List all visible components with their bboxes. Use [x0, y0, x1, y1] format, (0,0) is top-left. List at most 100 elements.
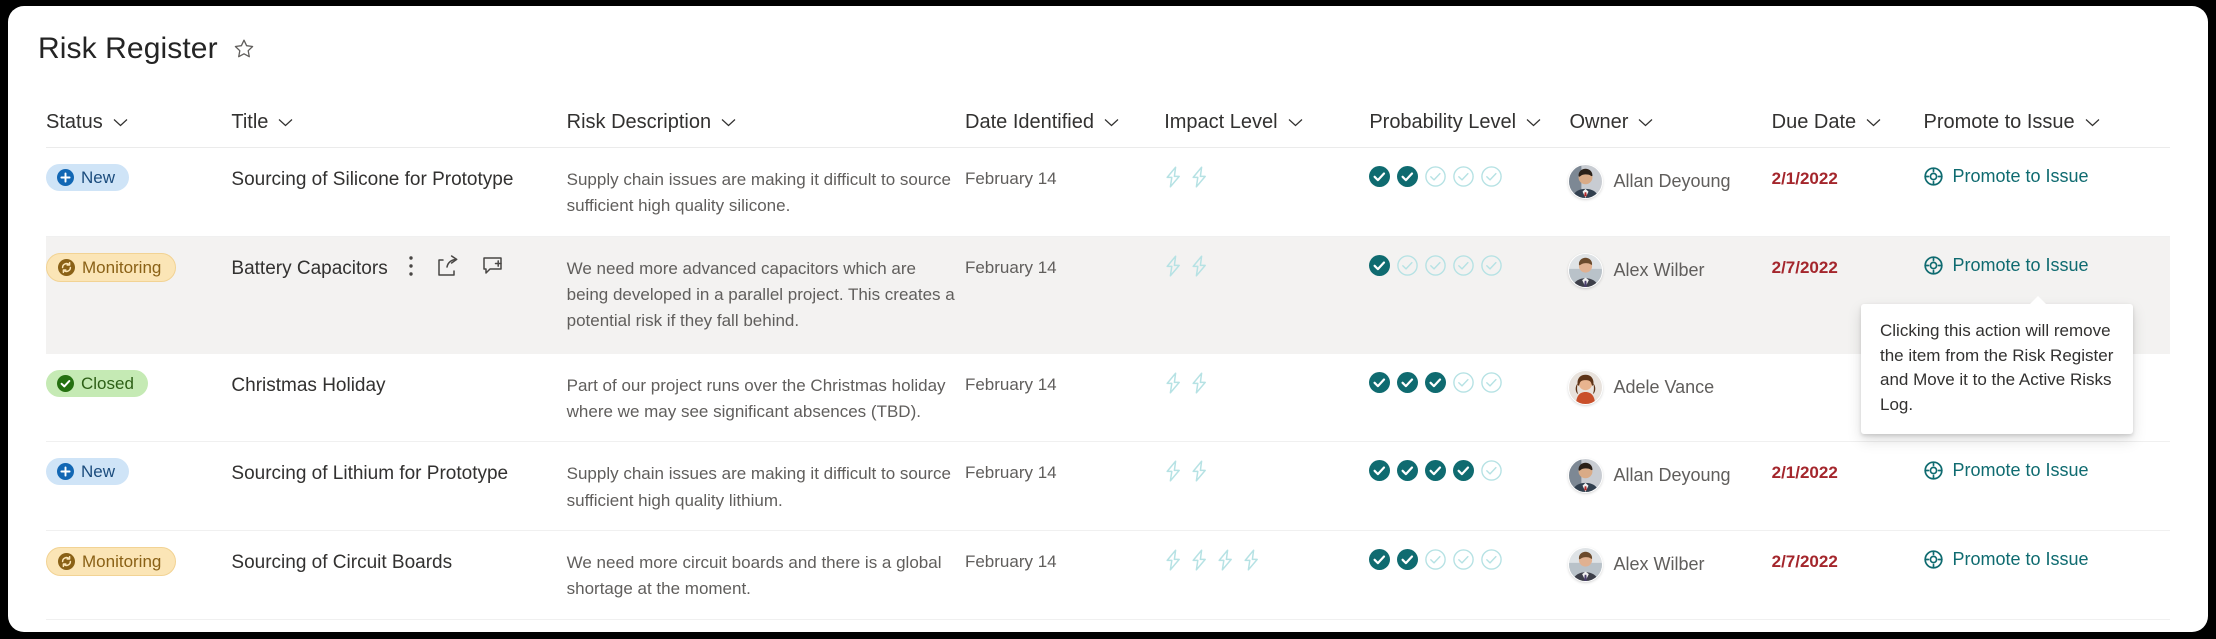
risk-title[interactable]: Sourcing of Lithium for Prototype	[231, 458, 508, 487]
column-header-probability-level[interactable]: Probability Level	[1369, 111, 1569, 134]
risk-title[interactable]: Battery Capacitors	[231, 253, 387, 282]
promote-to-issue-link[interactable]: Promote to Issue	[1923, 164, 2089, 187]
more-vertical-icon[interactable]	[408, 255, 414, 277]
status-badge[interactable]: Closed	[46, 369, 148, 397]
column-header-due-date[interactable]: Due Date	[1772, 111, 1924, 134]
chevron-down-icon	[279, 119, 293, 127]
column-header-title[interactable]: Title	[231, 111, 566, 134]
share-icon[interactable]	[436, 254, 460, 277]
probability-check-empty-icon[interactable]	[1425, 549, 1447, 570]
probability-check-empty-icon[interactable]	[1481, 549, 1503, 570]
status-cell: Monitoring	[46, 547, 231, 577]
probability-check-filled-icon[interactable]	[1425, 460, 1447, 482]
promote-to-issue-link[interactable]: Promote to Issue	[1923, 458, 2089, 481]
probability-check-filled-icon[interactable]	[1369, 254, 1391, 276]
row-comment-button[interactable]	[482, 255, 506, 277]
column-header-status[interactable]: Status	[46, 111, 231, 134]
probability-check-empty-icon[interactable]	[1453, 254, 1475, 276]
due-date-cell: 2/7/2022	[1772, 253, 1924, 278]
lightning-bolt-icon[interactable]	[1190, 460, 1209, 482]
probability-check-filled-icon[interactable]	[1397, 166, 1419, 187]
lightning-bolt-icon[interactable]	[1164, 549, 1183, 571]
probability-check-filled-icon[interactable]	[1397, 371, 1419, 393]
probability-level-rating	[1369, 547, 1563, 571]
probability-check-empty-icon[interactable]	[1453, 549, 1475, 570]
lightning-bolt-icon[interactable]	[1216, 549, 1235, 571]
column-header-promote-to-issue[interactable]: Promote to Issue	[1923, 111, 2170, 134]
probability-check-filled-icon[interactable]	[1369, 371, 1391, 393]
probability-check-empty-icon[interactable]	[1425, 166, 1447, 187]
status-badge[interactable]: New	[46, 458, 130, 486]
probability-check-empty-icon[interactable]	[1425, 254, 1447, 276]
probability-check-filled-icon[interactable]	[1397, 460, 1419, 482]
probability-check-empty-icon[interactable]	[1453, 371, 1475, 393]
probability-check-empty-icon[interactable]	[1481, 254, 1503, 276]
status-badge[interactable]: Monitoring	[46, 252, 177, 282]
probability-check-empty-icon[interactable]	[1453, 166, 1475, 187]
avatar[interactable]	[1569, 165, 1603, 198]
lightning-bolt-icon[interactable]	[1164, 460, 1183, 482]
due-date-cell: 2/1/2022	[1772, 164, 1924, 189]
lightning-bolt-icon[interactable]	[1164, 372, 1183, 394]
column-header-risk-description[interactable]: Risk Description	[567, 111, 965, 134]
promote-to-issue-link-label: Promote to Issue	[1952, 166, 2089, 186]
status-badge[interactable]: New	[46, 164, 130, 191]
risk-title[interactable]: Sourcing of Circuit Boards	[231, 547, 452, 576]
add-comment-icon[interactable]	[482, 255, 506, 277]
table-row[interactable]: Closed Christmas Holiday Part of our proje…	[46, 354, 2170, 443]
date-identified-cell: February 14	[965, 370, 1164, 395]
column-header-risk-description-label: Risk Description	[566, 111, 712, 133]
lightning-bolt-icon[interactable]	[1190, 255, 1209, 277]
probability-check-empty-icon[interactable]	[1481, 166, 1503, 187]
avatar[interactable]	[1569, 548, 1603, 582]
date-identified-value: February 14	[964, 169, 1057, 188]
row-more-button[interactable]	[408, 255, 414, 277]
chevron-down-icon	[1288, 119, 1303, 127]
lightning-bolt-icon[interactable]	[1164, 255, 1183, 277]
avatar[interactable]	[1569, 459, 1603, 493]
lightning-bolt-icon[interactable]	[1190, 549, 1209, 571]
probability-level-cell	[1369, 164, 1569, 187]
promote-to-issue-tooltip: Clicking this action will remove the ite…	[1861, 296, 2133, 434]
probability-check-empty-icon[interactable]	[1481, 460, 1503, 482]
lightning-bolt-icon[interactable]	[1164, 166, 1183, 188]
probability-check-filled-icon[interactable]	[1369, 166, 1391, 187]
star-icon[interactable]	[232, 37, 256, 61]
avatar[interactable]	[1569, 253, 1603, 287]
table-row[interactable]: Monitoring Sourcing of Circuit Boards We n…	[46, 531, 2170, 620]
table-row[interactable]: New Sourcing of Silicone for Prototype Sup…	[46, 148, 2170, 237]
table-row[interactable]: New Sourcing of Lithium for Prototype Supp…	[46, 442, 2170, 532]
lightning-bolt-icon[interactable]	[1190, 372, 1209, 394]
plus-circle-icon	[57, 463, 74, 481]
column-header-impact-level[interactable]: Impact Level	[1164, 111, 1369, 134]
lightning-bolt-icon[interactable]	[1190, 166, 1209, 188]
risk-title[interactable]: Sourcing of Silicone for Prototype	[231, 164, 513, 193]
probability-check-filled-icon[interactable]	[1369, 549, 1391, 571]
row-share-button[interactable]	[436, 254, 460, 277]
chevron-down-icon	[1866, 119, 1881, 127]
column-header-date-identified[interactable]: Date Identified	[965, 111, 1164, 134]
probability-check-filled-icon[interactable]	[1369, 460, 1391, 482]
risk-title[interactable]: Christmas Holiday	[231, 370, 385, 399]
table-row[interactable]: MonitoringSummer HolidayPart of our proj…	[46, 620, 2170, 632]
impact-level-rating	[1164, 547, 1363, 571]
lightning-bolt-icon[interactable]	[1242, 549, 1261, 571]
promote-to-issue-link[interactable]: Promote to Issue	[1923, 253, 2089, 276]
promote-to-issue-link-label: Promote to Issue	[1952, 254, 2089, 275]
table-row[interactable]: Monitoring Battery Capacitors We need more…	[46, 236, 2170, 354]
probability-check-filled-icon[interactable]	[1425, 371, 1447, 393]
probability-check-empty-icon[interactable]	[1397, 254, 1419, 276]
probability-level-rating	[1369, 458, 1563, 482]
due-date-value: 2/7/2022	[1771, 257, 1838, 277]
status-badge[interactable]: Monitoring	[46, 547, 177, 577]
probability-check-filled-icon[interactable]	[1453, 460, 1475, 482]
avatar[interactable]	[1569, 370, 1603, 404]
promote-to-issue-link[interactable]: Promote to Issue	[1923, 547, 2089, 570]
plus-circle-icon	[57, 169, 74, 186]
column-header-owner[interactable]: Owner	[1569, 111, 1771, 134]
status-badge-label: Monitoring	[82, 257, 162, 277]
probability-check-empty-icon[interactable]	[1481, 371, 1503, 393]
probability-check-filled-icon[interactable]	[1397, 549, 1419, 571]
impact-level-cell	[1164, 547, 1369, 571]
status-badge-label: Monitoring	[82, 552, 162, 572]
